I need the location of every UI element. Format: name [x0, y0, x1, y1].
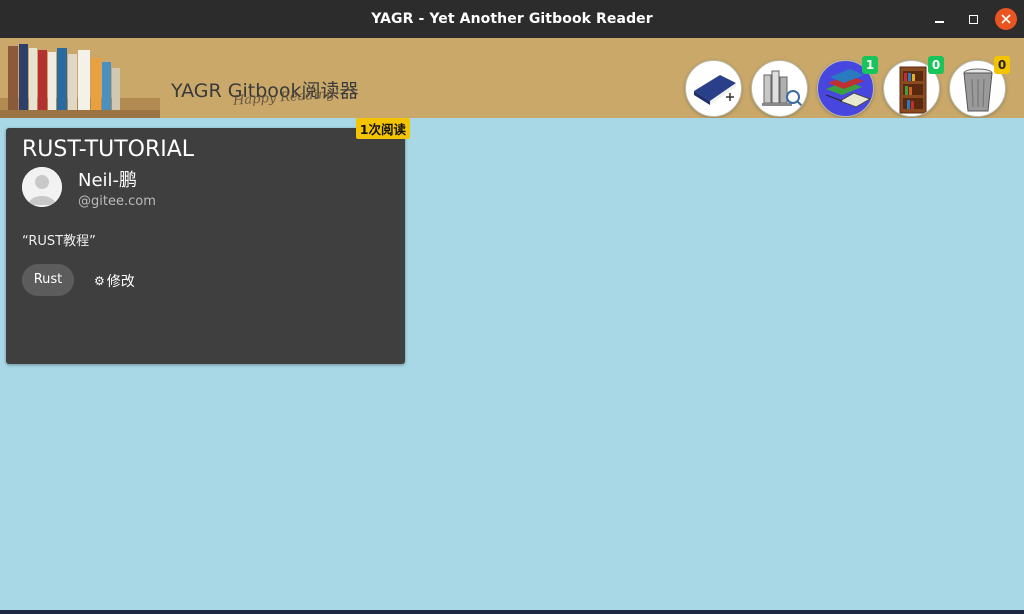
bookshelf-count-badge: 0: [928, 56, 944, 74]
edit-label: 修改: [106, 274, 135, 290]
avatar: [22, 167, 62, 207]
window-title: YAGR - Yet Another Gitbook Reader: [371, 11, 653, 27]
user-avatar-icon: [22, 167, 62, 207]
source-host: @gitee.com: [78, 194, 156, 209]
close-icon: [1001, 14, 1011, 24]
maximize-button[interactable]: [962, 8, 984, 30]
tag-chip[interactable]: Rust: [22, 264, 74, 296]
book-title[interactable]: RUST-TUTORIAL: [22, 137, 194, 162]
maximize-icon: [968, 14, 978, 24]
book-description: “RUST教程”: [22, 234, 96, 249]
search-library-button[interactable]: [751, 60, 808, 117]
title-bar: YAGR - Yet Another Gitbook Reader: [0, 0, 1024, 38]
book-card[interactable]: 1次阅读 RUST-TUTORIAL Neil-鹏 @gitee.com “RU…: [6, 118, 410, 364]
author-name: Neil-鹏: [78, 170, 138, 191]
gear-icon: ⚙: [94, 274, 105, 288]
trash-count-badge: 0: [994, 56, 1010, 74]
app-window: YAGR - Yet Another Gitbook Reader YAGR G…: [0, 0, 1024, 614]
read-count-badge: 1次阅读: [355, 118, 410, 139]
taskbar-edge: [0, 610, 1024, 614]
books-banner-image: [0, 38, 160, 118]
close-button[interactable]: [995, 8, 1017, 30]
edit-button[interactable]: ⚙ 修改: [94, 271, 135, 291]
add-book-button[interactable]: [685, 60, 742, 117]
minimize-button[interactable]: [928, 8, 950, 30]
reading-count-badge: 1: [862, 56, 878, 74]
search-library-icon: [762, 70, 803, 107]
app-header: YAGR Gitbook阅读器 Happy Reading! 1 0 0: [0, 38, 1024, 118]
minimize-icon: [934, 21, 944, 23]
add-book-icon: [694, 75, 736, 105]
